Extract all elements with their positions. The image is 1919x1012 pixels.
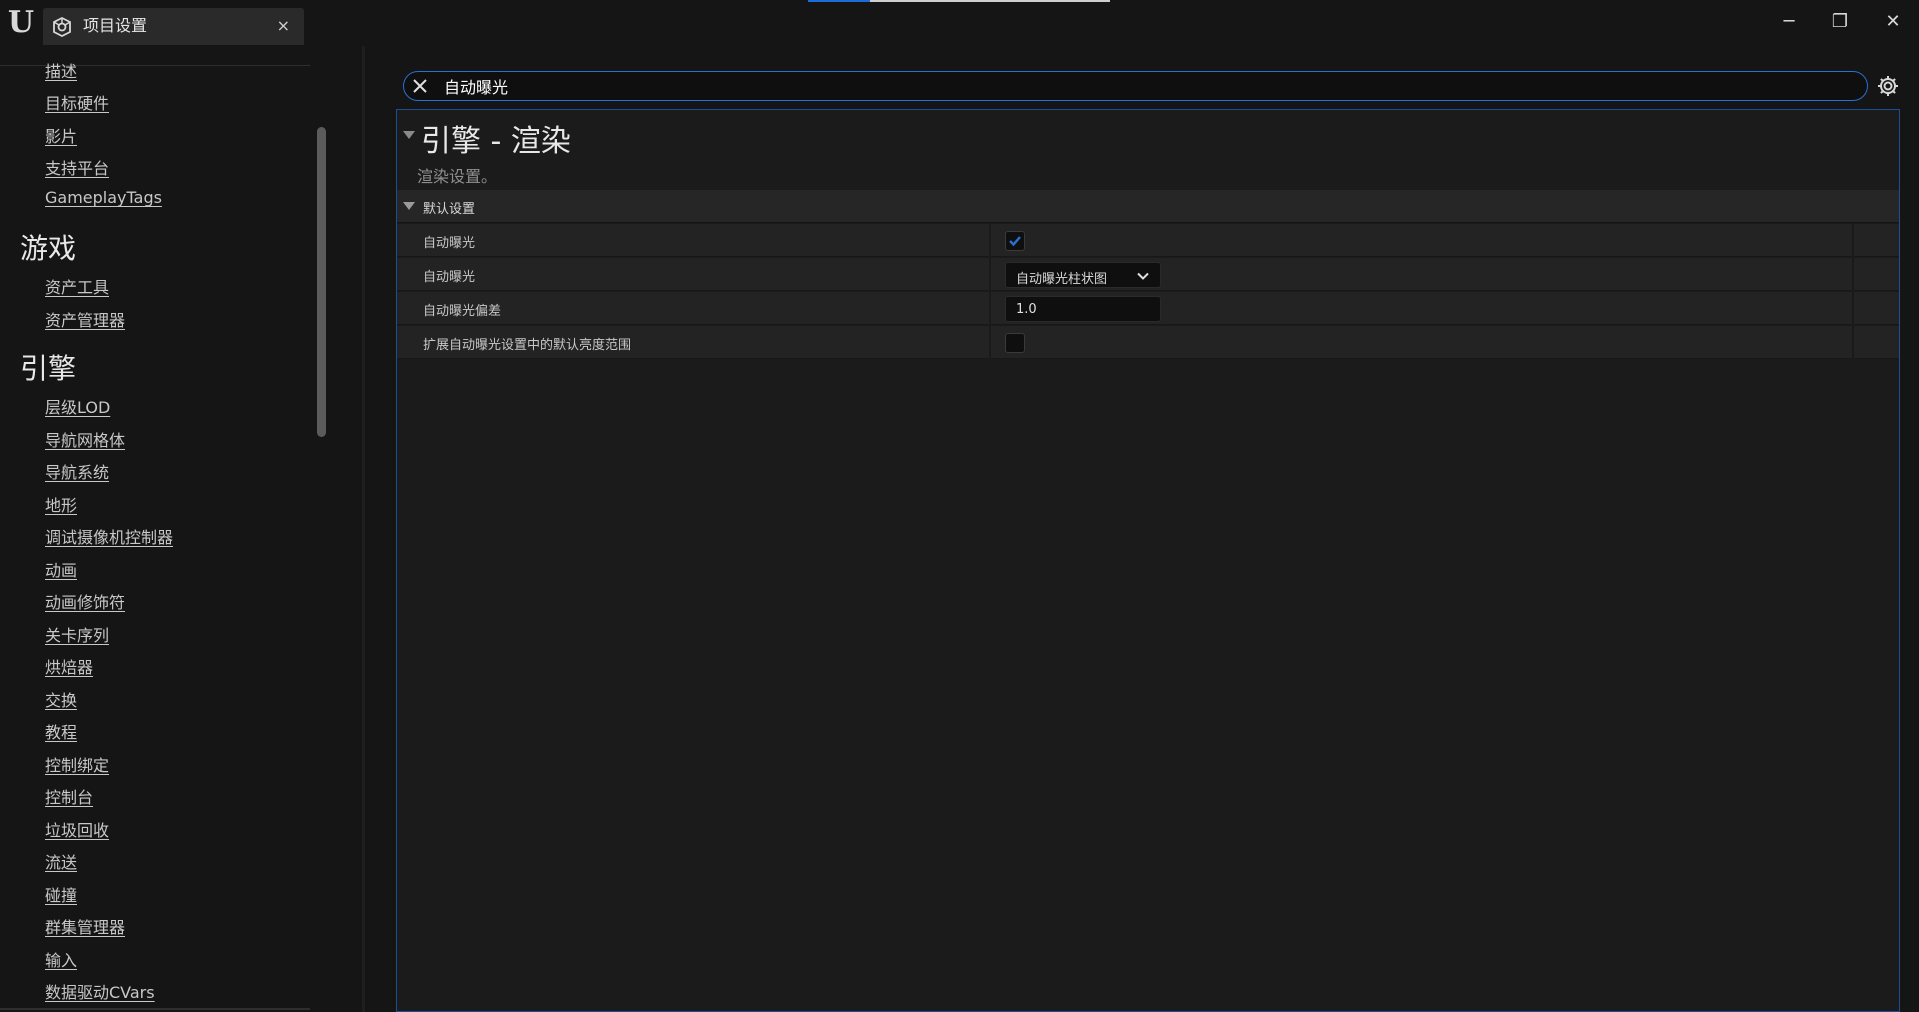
sidebar-item-tutorials[interactable]: 教程 bbox=[45, 719, 77, 743]
clear-search-icon[interactable] bbox=[410, 76, 430, 96]
close-window-button[interactable]: ✕ bbox=[1873, 8, 1913, 36]
property-row-auto-exposure-method: 自动曝光 自动曝光柱状图 bbox=[397, 258, 1899, 291]
sidebar-item-movies[interactable]: 影片 bbox=[45, 123, 77, 147]
sidebar-item-crowd-manager[interactable]: 群集管理器 bbox=[45, 914, 125, 938]
section-title: 引擎 - 渲染 bbox=[421, 124, 571, 159]
sidebar-item-input[interactable]: 输入 bbox=[45, 947, 77, 971]
sidebar-item-target-hardware[interactable]: 目标硬件 bbox=[45, 90, 109, 114]
property-name: 自动曝光 bbox=[423, 270, 476, 285]
dropdown-value: 自动曝光柱状图 bbox=[1016, 272, 1108, 287]
property-name: 自动曝光偏差 bbox=[423, 304, 502, 319]
property-name: 扩展自动曝光设置中的默认亮度范围 bbox=[423, 338, 632, 353]
sidebar-item-asset-manager[interactable]: 资产管理器 bbox=[45, 307, 125, 331]
auto-exposure-method-dropdown[interactable]: 自动曝光柱状图 bbox=[1005, 262, 1161, 288]
gear-icon[interactable] bbox=[1876, 74, 1900, 98]
sidebar-item-debug-camera[interactable]: 调试摄像机控制器 bbox=[45, 524, 173, 548]
category-label: 默认设置 bbox=[423, 202, 476, 217]
sidebar-item-navigation-system[interactable]: 导航系统 bbox=[45, 459, 109, 483]
column-splitter[interactable] bbox=[989, 258, 991, 291]
unreal-logo-icon: U bbox=[7, 5, 35, 40]
sidebar-item-description[interactable]: 描述 bbox=[45, 58, 77, 82]
sidebar-item-supported-platforms[interactable]: 支持平台 bbox=[45, 155, 109, 179]
category-header-defaults[interactable]: 默认设置 bbox=[397, 190, 1899, 223]
column-splitter[interactable] bbox=[989, 326, 991, 359]
column-splitter bbox=[1852, 326, 1854, 359]
sidebar-item-animation[interactable]: 动画 bbox=[45, 557, 77, 581]
property-row-auto-exposure-bias: 自动曝光偏差 1.0 bbox=[397, 292, 1899, 325]
sidebar-item-gameplay-tags[interactable]: GameplayTags bbox=[45, 188, 162, 207]
details-panel: 引擎 - 渲染 渲染设置。 默认设置 自动曝光 自动曝光 自动曝光柱状图 自动曝… bbox=[396, 109, 1900, 1012]
extend-luminance-range-checkbox[interactable] bbox=[1005, 333, 1025, 353]
search-input[interactable] bbox=[444, 75, 1844, 97]
sidebar-item-navmesh[interactable]: 导航网格体 bbox=[45, 427, 125, 451]
section-collapse-icon[interactable] bbox=[403, 131, 415, 139]
column-splitter[interactable] bbox=[989, 224, 991, 257]
sidebar-bottom-divider bbox=[0, 1008, 310, 1010]
sidebar-category-game: 游戏 bbox=[20, 232, 77, 265]
sidebar-item-streaming[interactable]: 流送 bbox=[45, 849, 77, 873]
column-splitter bbox=[1852, 292, 1854, 325]
sidebar-item-level-sequence[interactable]: 关卡序列 bbox=[45, 622, 109, 646]
sidebar-item-collision[interactable]: 碰撞 bbox=[45, 882, 77, 906]
sidebar-category-engine: 引擎 bbox=[20, 352, 77, 385]
column-splitter bbox=[1852, 258, 1854, 291]
tab-label: 项目设置 bbox=[83, 16, 148, 35]
checkmark-icon bbox=[1009, 236, 1021, 247]
tab-close-button[interactable]: × bbox=[277, 16, 290, 36]
sidebar-item-landscape[interactable]: 地形 bbox=[45, 492, 77, 516]
column-splitter[interactable] bbox=[989, 292, 991, 325]
column-splitter bbox=[1852, 224, 1854, 257]
sidebar-item-data-driven-cvars[interactable]: 数据驱动CVars bbox=[45, 979, 155, 1003]
sidebar-item-animation-modifiers[interactable]: 动画修饰符 bbox=[45, 589, 125, 613]
sidebar-item-console[interactable]: 控制台 bbox=[45, 784, 93, 808]
sidebar-item-asset-tools[interactable]: 资产工具 bbox=[45, 274, 109, 298]
progress-indicator bbox=[808, 0, 1110, 2]
sidebar-item-hlod[interactable]: 层级LOD bbox=[45, 394, 110, 418]
property-row-auto-exposure: 自动曝光 bbox=[397, 224, 1899, 257]
project-settings-icon bbox=[53, 16, 71, 38]
section-description: 渲染设置。 bbox=[417, 167, 498, 186]
category-collapse-icon[interactable] bbox=[403, 202, 415, 210]
sidebar-item-garbage-collection[interactable]: 垃圾回收 bbox=[45, 817, 109, 841]
sidebar-item-interchange[interactable]: 交换 bbox=[45, 687, 77, 711]
auto-exposure-checkbox[interactable] bbox=[1005, 231, 1025, 251]
sidebar-item-control-rig[interactable]: 控制绑定 bbox=[45, 752, 109, 776]
property-row-extend-luminance-range: 扩展自动曝光设置中的默认亮度范围 bbox=[397, 326, 1899, 359]
auto-exposure-bias-field[interactable]: 1.0 bbox=[1005, 296, 1161, 322]
minimize-button[interactable]: ─ bbox=[1769, 8, 1809, 36]
tab-project-settings[interactable]: 项目设置 × bbox=[43, 8, 304, 45]
restore-button[interactable]: ❐ bbox=[1820, 8, 1860, 36]
property-name: 自动曝光 bbox=[423, 236, 476, 251]
search-box bbox=[403, 71, 1868, 101]
panel-splitter[interactable] bbox=[362, 46, 365, 1012]
chevron-down-icon bbox=[1137, 272, 1149, 280]
title-bar: U 项目设置 × ─ ❐ ✕ bbox=[0, 0, 1919, 46]
sidebar-scrollbar[interactable] bbox=[317, 127, 326, 437]
number-value: 1.0 bbox=[1016, 302, 1037, 317]
sidebar-item-cooker[interactable]: 烘焙器 bbox=[45, 654, 93, 678]
